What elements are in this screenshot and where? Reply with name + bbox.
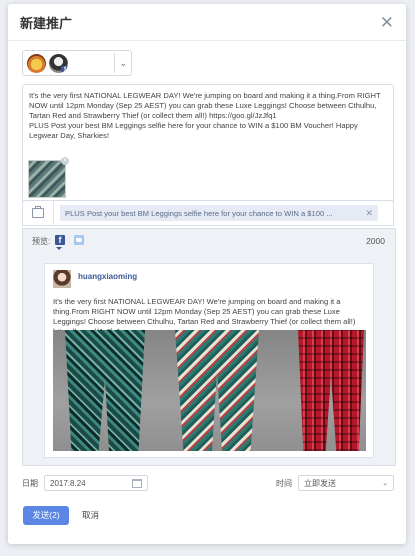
- link-preview-pill[interactable]: PLUS Post your best BM Leggings selfie h…: [60, 205, 378, 221]
- leggings-image: [175, 330, 259, 451]
- account-avatar: f: [49, 53, 68, 73]
- time-value: 立即发送: [304, 478, 336, 488]
- link-preview-text: PLUS Post your best BM Leggings selfie h…: [65, 208, 333, 218]
- close-icon[interactable]: ✕: [365, 208, 373, 219]
- schedule-row: 日期 2017.8.24 时间 立即发送 ⌄: [22, 474, 394, 492]
- preview-panel: 预览: f 2000 huangxiaoming It's the very f…: [22, 228, 396, 466]
- dialog-header: 新建推广 ✕: [8, 4, 406, 41]
- link-attachment-bar: PLUS Post your best BM Leggings selfie h…: [22, 200, 394, 226]
- leggings-image: [65, 330, 145, 451]
- post-text[interactable]: It's the very first NATIONAL LEGWEAR DAY…: [23, 85, 393, 147]
- remove-image-icon[interactable]: ✕: [61, 157, 69, 165]
- leggings-image: [298, 330, 364, 451]
- attached-image-thumbnail[interactable]: ✕: [28, 157, 69, 198]
- selected-indicator-icon: [56, 247, 62, 250]
- facebook-badge-icon: f: [61, 65, 68, 73]
- send-button[interactable]: 发送(2): [23, 506, 69, 525]
- username[interactable]: huangxiaoming: [78, 272, 137, 281]
- calendar-icon[interactable]: [132, 478, 142, 488]
- chevron-down-icon[interactable]: ⌄: [119, 58, 127, 69]
- post-editor[interactable]: It's the very first NATIONAL LEGWEAR DAY…: [22, 84, 394, 209]
- date-label: 日期: [22, 478, 38, 488]
- post-photo: [53, 330, 366, 451]
- shopping-bag-icon[interactable]: [23, 201, 54, 225]
- account-avatar: [27, 53, 46, 73]
- time-label: 时间: [276, 478, 292, 488]
- divider: [114, 53, 116, 73]
- avatar: [53, 270, 71, 288]
- dialog-title: 新建推广: [20, 15, 73, 31]
- date-value: 2017.8.24: [50, 478, 86, 488]
- twitter-icon[interactable]: [74, 235, 84, 245]
- facebook-icon[interactable]: f: [55, 235, 65, 245]
- cancel-button[interactable]: 取消: [82, 506, 99, 525]
- account-selector[interactable]: f ⌄: [22, 50, 132, 76]
- chevron-down-icon: ⌄: [382, 480, 388, 487]
- close-icon[interactable]: ✕: [380, 14, 394, 31]
- time-select[interactable]: 立即发送 ⌄: [298, 475, 394, 491]
- new-promotion-dialog: 新建推广 ✕ f ⌄ It's the very first NATIONAL …: [8, 4, 406, 544]
- facebook-post-preview-card: huangxiaoming It's the very first NATION…: [44, 263, 374, 458]
- date-field[interactable]: 2017.8.24: [44, 475, 148, 491]
- character-count: 2000: [366, 236, 385, 246]
- preview-label: 预览:: [32, 237, 51, 246]
